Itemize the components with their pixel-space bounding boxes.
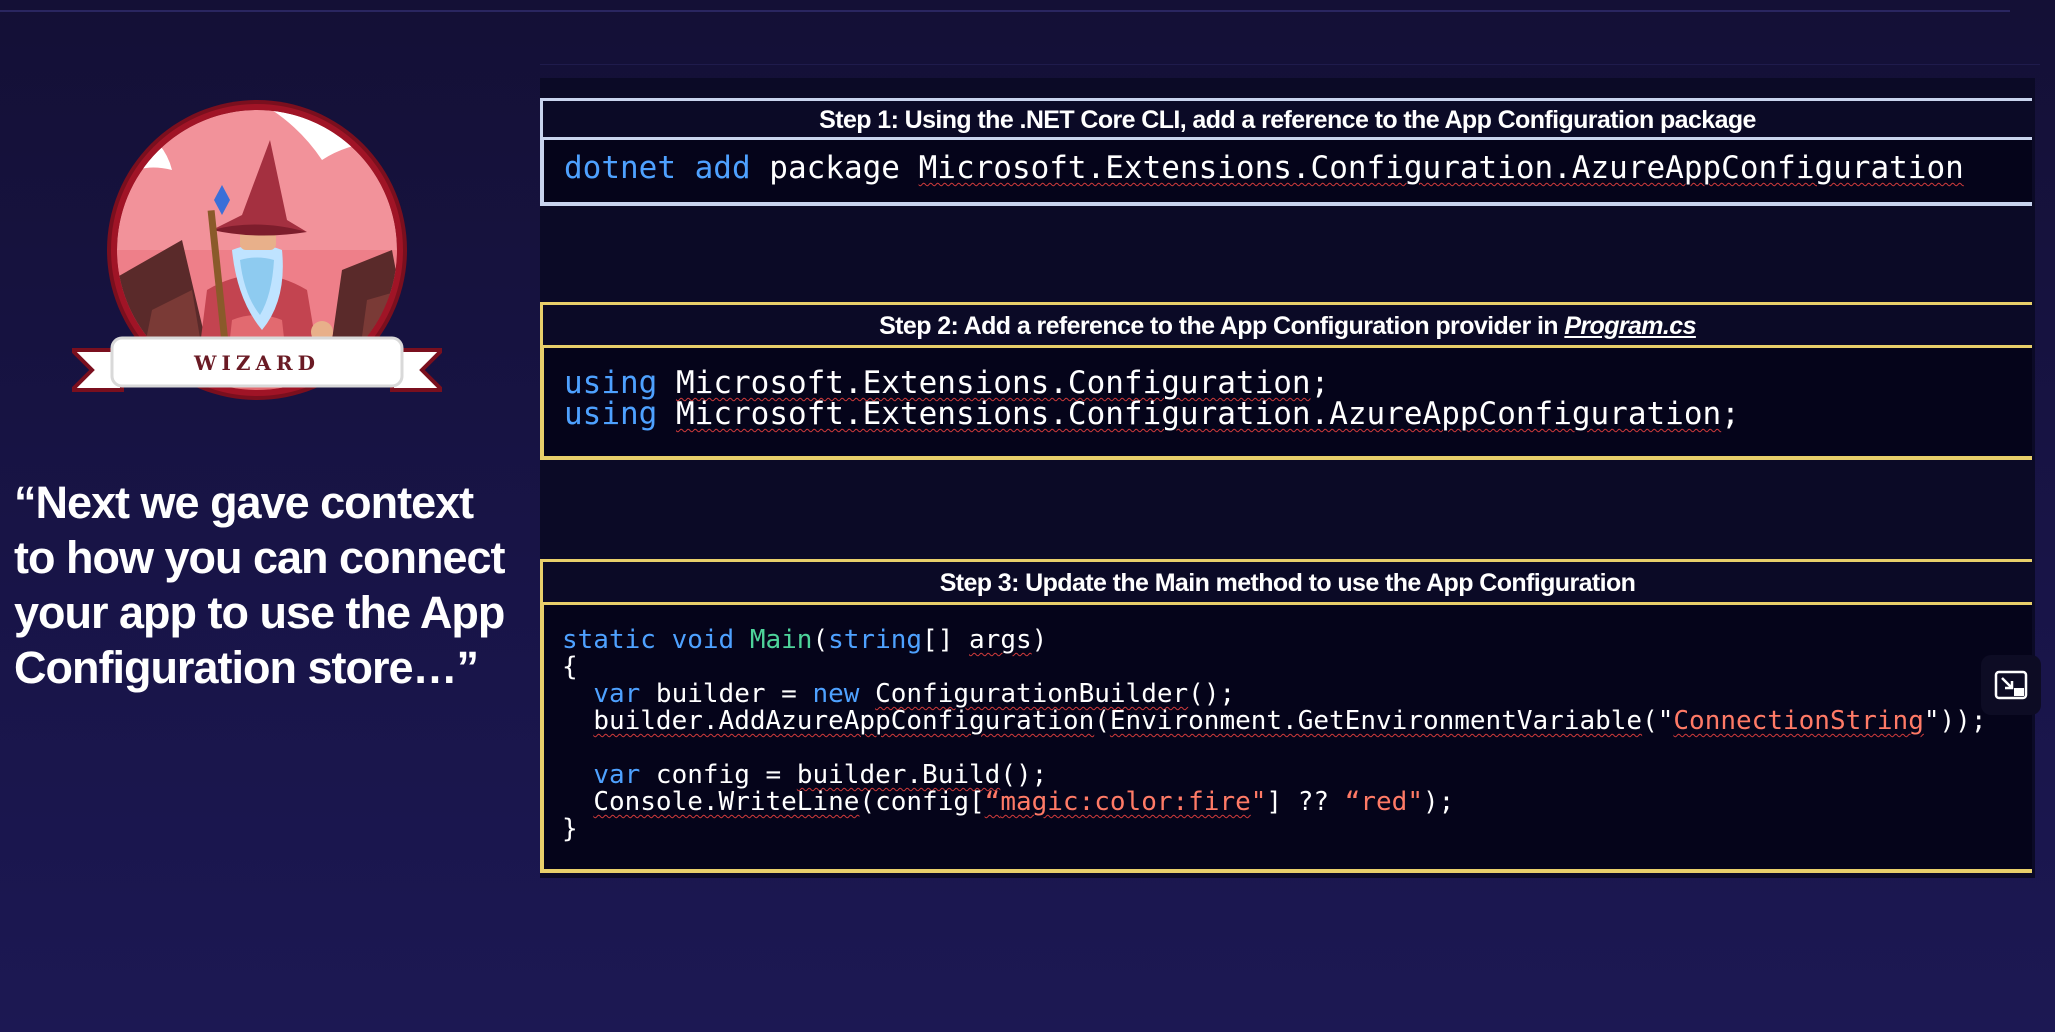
code-text: ; [1721, 396, 1740, 432]
code-identifier: args [969, 625, 1032, 655]
code-line: var builder = new ConfigurationBuilder()… [562, 681, 2032, 708]
code-identifier: builder.Build [796, 760, 1001, 790]
code-string: ConnectionString [1673, 706, 1924, 736]
code-line: var config = builder.Build(); [562, 762, 2032, 789]
exit-fullscreen-button[interactable] [1981, 655, 2041, 715]
code-package-name: Microsoft.Extensions.Configuration.Azure… [918, 150, 1964, 186]
code-text: } [562, 814, 578, 844]
code-identifier: Environment.GetEnvironmentVariable [1109, 706, 1643, 736]
code-text: ")); [1923, 706, 1987, 736]
code-text: (config[ [859, 787, 985, 817]
code-text: ( [1094, 706, 1110, 736]
step3-code-block: static void Main(string[] args){ var bui… [540, 605, 2032, 873]
code-text: { [562, 652, 578, 682]
code-text: config = [640, 760, 797, 790]
code-string: " [1250, 787, 1267, 817]
step3-title: Step 3: Update the Main method to use th… [939, 569, 1636, 597]
code-line: using Microsoft.Extensions.Configuration… [564, 368, 2032, 399]
step1-header: Step 1: Using the .NET Core CLI, add a r… [540, 98, 2032, 140]
code-string: “ [984, 787, 1001, 817]
slide-panel: Step 1: Using the .NET Core CLI, add a r… [540, 78, 2035, 878]
code-line: using Microsoft.Extensions.Configuration… [564, 399, 2032, 430]
code-text: builder = [640, 679, 813, 709]
code-keyword: static void [562, 625, 735, 655]
code-identifier: Console.WriteLine [593, 787, 860, 817]
code-text: (" [1642, 706, 1674, 736]
code-line: { [562, 654, 2032, 681]
code-text: (); [1000, 760, 1048, 790]
code-text: package [750, 150, 919, 186]
code-text: ] ?? [1266, 787, 1345, 817]
code-keyword: var [593, 679, 641, 709]
code-keyword: new [812, 679, 860, 709]
code-text: ) [1031, 625, 1048, 655]
quote-text: “Next we gave context to how you can con… [14, 477, 506, 693]
badge-label: WIZARD [193, 351, 320, 375]
code-text: ); [1422, 787, 1455, 817]
step3-header: Step 3: Update the Main method to use th… [540, 559, 2032, 605]
wizard-badge: WIZARD [72, 100, 442, 410]
code-keyword: var [593, 760, 641, 790]
code-line: static void Main(string[] args) [562, 627, 2032, 654]
code-keyword: string [828, 625, 923, 655]
step2-code-block: using Microsoft.Extensions.Configuration… [540, 348, 2032, 460]
step2-title: Step 2: Add a reference to the App Confi… [879, 312, 1565, 340]
code-line: } [562, 816, 2032, 843]
step1-title: Step 1: Using the .NET Core CLI, add a r… [819, 106, 1756, 134]
step1-code-block: dotnet add package Microsoft.Extensions.… [540, 140, 2032, 206]
exit-fullscreen-icon [1994, 670, 2028, 700]
code-identifier: ConfigurationBuilder [875, 679, 1189, 709]
code-text: ( [812, 625, 829, 655]
code-function: Main [749, 625, 813, 655]
panel-top-divider [540, 64, 2040, 65]
code-string: “red" [1344, 787, 1423, 817]
wizard-illustration-icon: WIZARD [72, 100, 442, 400]
step2-title-filename: Program.cs [1564, 312, 1696, 340]
code-text: (); [1188, 679, 1236, 709]
code-keyword: using [564, 396, 658, 432]
code-namespace: Microsoft.Extensions.Configuration.Azure… [676, 396, 1722, 432]
step2-header: Step 2: Add a reference to the App Confi… [540, 302, 2032, 348]
code-line: Console.WriteLine(config[“magic:color:fi… [562, 789, 2032, 816]
top-divider [0, 10, 2010, 12]
code-identifier: builder.AddAzureAppConfiguration [593, 706, 1095, 736]
code-text: [] [922, 625, 970, 655]
code-string: magic:color:fire [1000, 787, 1251, 817]
code-line: builder.AddAzureAppConfiguration(Environ… [562, 708, 2032, 735]
code-keyword: dotnet add [564, 150, 751, 186]
